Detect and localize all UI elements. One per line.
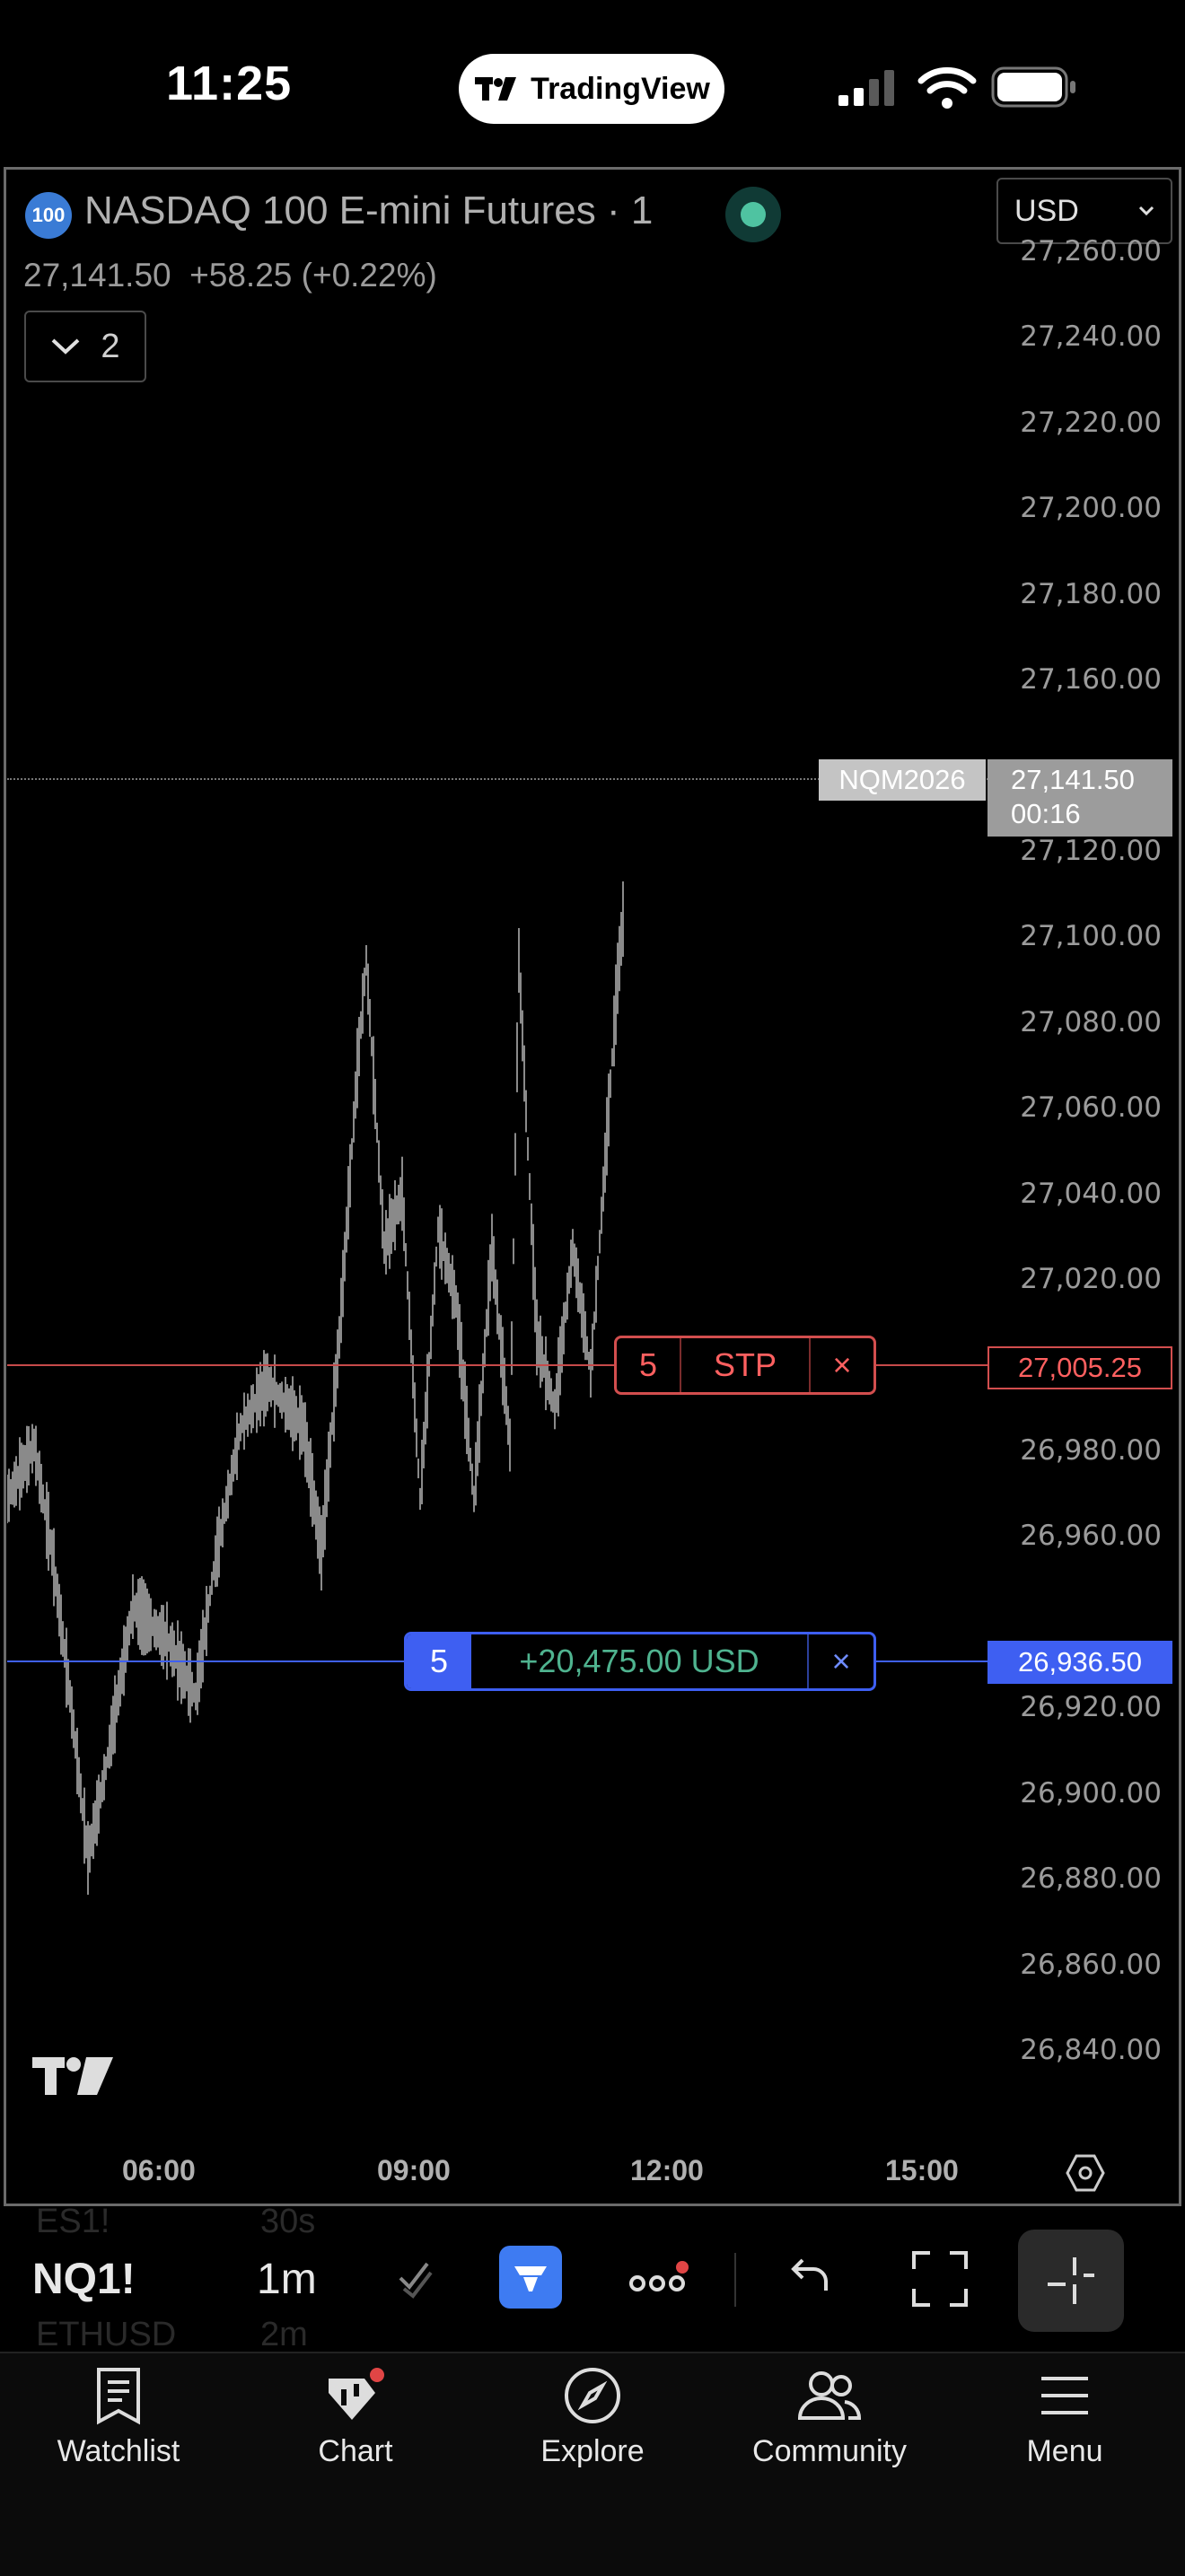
recent-symbol-ghost: ETHUSD — [36, 2316, 177, 2353]
price-change: +58.25 (+0.22%) — [189, 257, 437, 294]
indicators-count: 2 — [101, 327, 120, 365]
tradingview-app-name: TradingView — [531, 71, 710, 106]
cancel-stop-order-button[interactable]: × — [811, 1338, 873, 1392]
nav-item-menu[interactable]: Menu — [966, 2366, 1163, 2469]
price-tick: 26,860.00 — [1020, 1948, 1162, 1981]
stop-order-type[interactable]: STP — [681, 1338, 811, 1392]
recent-interval-ghost: 2m — [260, 2316, 308, 2353]
last-price-tag: 27,141.50 00:16 — [988, 759, 1172, 837]
status-dot — [741, 202, 766, 227]
trading-panel-button[interactable] — [499, 2246, 562, 2309]
stop-order-price-tag: 27,005.25 — [988, 1346, 1172, 1389]
last-price-value: 27,141.50 — [23, 257, 171, 294]
compass-icon — [565, 2368, 620, 2423]
price-tick: 26,900.00 — [1020, 1776, 1162, 1809]
nav-label: Community — [752, 2434, 907, 2468]
tradingview-watermark-icon — [32, 2057, 113, 2095]
price-tick: 26,960.00 — [1020, 1520, 1162, 1553]
position-label[interactable]: 5 +20,475.00 USD × — [404, 1632, 876, 1691]
price-axis[interactable]: 27,260.00 27,240.00 27,220.00 27,200.00 27,1… — [979, 171, 1181, 2127]
recent-symbol-ghost: ES1! — [36, 2203, 110, 2240]
wifi-icon — [917, 66, 977, 109]
price-tick: 26,840.00 — [1020, 2034, 1162, 2066]
crosshair-button[interactable] — [1018, 2230, 1124, 2332]
symbol-search-button[interactable]: NQ1! — [32, 2255, 136, 2304]
price-tick: 27,180.00 — [1020, 577, 1162, 610]
chevron-down-icon — [52, 338, 80, 355]
price-tick: 27,060.00 — [1020, 1091, 1162, 1125]
price-tick: 27,120.00 — [1020, 835, 1162, 867]
position-pnl[interactable]: +20,475.00 USD — [471, 1634, 809, 1688]
chart-settings-icon[interactable] — [1065, 2152, 1106, 2194]
price-tick: 27,160.00 — [1020, 663, 1162, 697]
price-chart-candles[interactable] — [7, 171, 977, 2145]
price-tick: 27,040.00 — [1020, 1177, 1162, 1210]
undo-icon[interactable] — [788, 2255, 833, 2294]
nav-label: Watchlist — [57, 2434, 180, 2468]
time-tick: 15:00 — [885, 2154, 959, 2186]
nav-item-chart[interactable]: Chart — [257, 2366, 454, 2469]
recent-interval-ghost: 30s — [260, 2203, 316, 2240]
last-price-tag-value: 27,141.50 — [1011, 764, 1135, 795]
indicators-toggle-button[interactable]: 2 — [24, 311, 146, 382]
price-tick: 26,920.00 — [1020, 1691, 1162, 1724]
price-tick: 27,080.00 — [1020, 1005, 1162, 1038]
status-time: 11:25 — [166, 57, 293, 110]
nav-label: Explore — [540, 2434, 645, 2468]
chart-icon — [329, 2368, 384, 2420]
time-tick: 12:00 — [630, 2154, 704, 2186]
price-tick: 27,200.00 — [1020, 492, 1162, 525]
candle-series — [7, 881, 624, 1895]
price-tick: 27,240.00 — [1020, 320, 1162, 354]
quote-line: 27,141.50 +58.25 (+0.22%) — [23, 257, 437, 294]
tradingview-logo-icon — [475, 77, 517, 101]
interval-button[interactable]: 1m — [257, 2255, 317, 2304]
battery-icon — [991, 66, 1075, 108]
price-tick: 27,220.00 — [1020, 406, 1162, 439]
stop-order-qty[interactable]: 5 — [617, 1338, 681, 1392]
stop-order-label[interactable]: 5 STP × — [614, 1336, 876, 1395]
price-tick: 26,880.00 — [1020, 1862, 1162, 1896]
price-tick: 26,980.00 — [1020, 1434, 1162, 1467]
symbol-title[interactable]: NASDAQ 100 E-mini Futures · 1 — [84, 188, 653, 233]
price-tick: 27,260.00 — [1020, 235, 1162, 267]
close-position-button[interactable]: × — [809, 1634, 873, 1688]
position-price-tag: 26,936.50 — [988, 1641, 1172, 1684]
nav-item-watchlist[interactable]: Watchlist — [20, 2366, 217, 2469]
watchlist-icon — [97, 2368, 140, 2425]
more-options-icon[interactable] — [628, 2260, 691, 2300]
time-tick: 06:00 — [122, 2154, 196, 2186]
bar-countdown: 00:16 — [1011, 798, 1081, 829]
nav-label: Menu — [1026, 2434, 1103, 2468]
nav-item-explore[interactable]: Explore — [494, 2366, 691, 2469]
price-tick: 27,100.00 — [1020, 920, 1162, 953]
position-qty[interactable]: 5 — [407, 1634, 471, 1688]
trading-panel-icon — [514, 2266, 547, 2291]
menu-icon — [1041, 2377, 1088, 2414]
community-icon — [797, 2371, 862, 2420]
market-open-status-icon[interactable] — [725, 187, 781, 242]
price-tick: 27,020.00 — [1020, 1263, 1162, 1296]
tradingview-app-pill[interactable]: TradingView — [459, 54, 724, 124]
drawing-tools-icon[interactable] — [395, 2255, 434, 2300]
nav-item-community[interactable]: Community — [731, 2366, 928, 2469]
nav-label: Chart — [318, 2434, 393, 2468]
symbol-logo-badge: 100 — [25, 192, 72, 239]
crosshair-icon — [1048, 2257, 1094, 2304]
toolbar-divider — [734, 2253, 736, 2307]
contract-label: NQM2026 — [819, 759, 986, 801]
fullscreen-icon[interactable] — [910, 2249, 970, 2309]
time-tick: 09:00 — [377, 2154, 451, 2186]
cellular-signal-icon — [838, 70, 894, 106]
